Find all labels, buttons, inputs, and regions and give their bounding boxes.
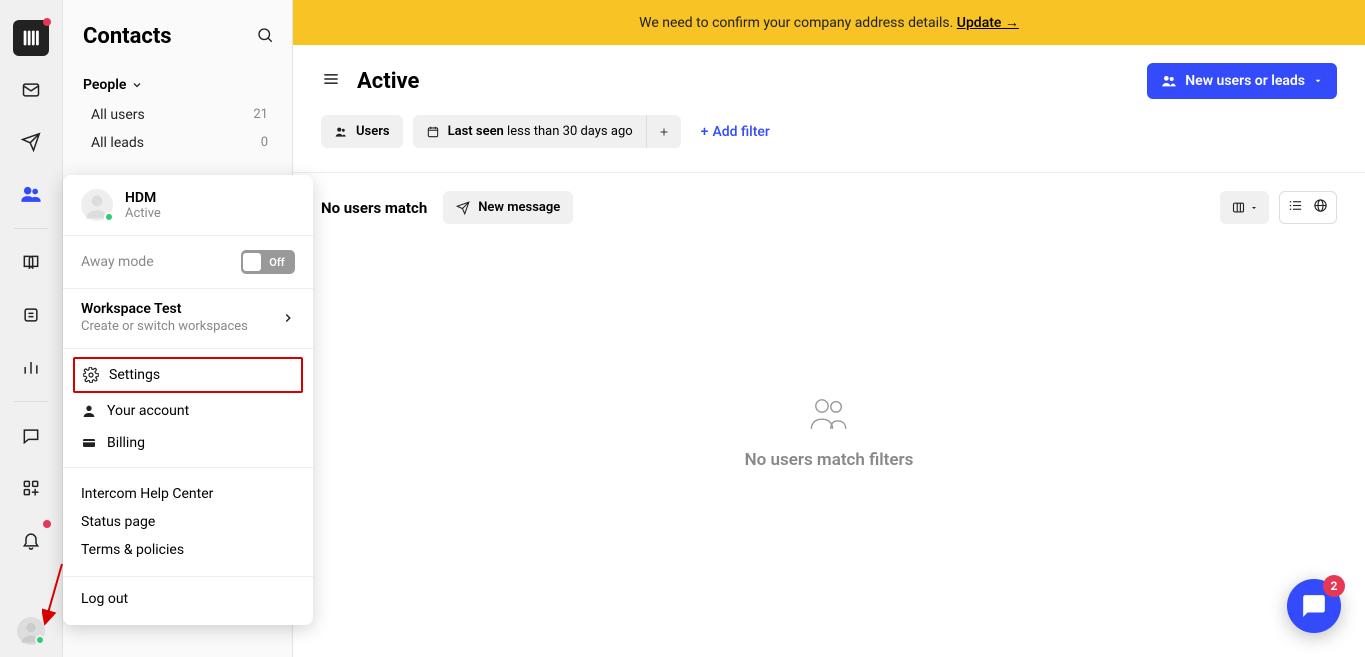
add-condition-button[interactable] bbox=[646, 115, 681, 148]
intercom-launcher[interactable]: 2 bbox=[1287, 579, 1341, 633]
button-label: New message bbox=[478, 200, 560, 215]
menu-billing[interactable]: Billing bbox=[63, 427, 313, 459]
profile-status: Active bbox=[125, 206, 161, 221]
caret-down-icon bbox=[1313, 76, 1323, 86]
button-label: New users or leads bbox=[1185, 73, 1305, 89]
nav-reports[interactable] bbox=[13, 349, 49, 385]
menu-label: Billing bbox=[107, 435, 145, 451]
menu-status-page[interactable]: Status page bbox=[81, 508, 295, 536]
menu-label: Settings bbox=[109, 367, 160, 383]
sidebar-item-all-users[interactable]: All users 21 bbox=[63, 101, 292, 129]
banner-text: We need to confirm your company address … bbox=[639, 15, 957, 31]
rail-profile-avatar[interactable] bbox=[13, 613, 49, 649]
away-mode-label: Away mode bbox=[81, 254, 154, 270]
add-filter-link[interactable]: +Add filter bbox=[701, 124, 770, 140]
sidebar-item-all-leads[interactable]: All leads 0 bbox=[63, 129, 292, 157]
workspace-subtitle: Create or switch workspaces bbox=[81, 319, 248, 334]
app-logo[interactable] bbox=[13, 20, 49, 56]
profile-name: HDM bbox=[125, 190, 161, 206]
nav-apps[interactable] bbox=[13, 470, 49, 506]
menu-logout[interactable]: Log out bbox=[81, 591, 295, 607]
avatar bbox=[81, 189, 113, 221]
empty-state: No users match filters bbox=[293, 242, 1365, 657]
calendar-icon bbox=[426, 125, 440, 139]
presence-dot bbox=[104, 212, 114, 222]
menu-help-center[interactable]: Intercom Help Center bbox=[81, 480, 295, 508]
new-message-button[interactable]: New message bbox=[443, 191, 573, 224]
notification-dot bbox=[43, 520, 51, 528]
icon-rail bbox=[0, 0, 63, 657]
item-label: All leads bbox=[91, 135, 144, 151]
empty-text: No users match filters bbox=[745, 450, 914, 470]
presence-dot bbox=[35, 635, 45, 645]
item-count: 0 bbox=[261, 135, 268, 151]
card-icon bbox=[81, 435, 97, 451]
chat-icon bbox=[1301, 593, 1327, 619]
users-icon bbox=[1161, 73, 1177, 89]
menu-label: Terms & policies bbox=[81, 542, 184, 558]
list-view-toggle[interactable] bbox=[1288, 198, 1303, 217]
menu-label: Log out bbox=[81, 591, 128, 607]
map-view-toggle[interactable] bbox=[1313, 198, 1328, 217]
people-label: People bbox=[83, 77, 126, 93]
notification-badge: 2 bbox=[1323, 575, 1345, 597]
users-icon bbox=[334, 125, 348, 139]
columns-selector[interactable] bbox=[1220, 191, 1269, 224]
globe-icon bbox=[1313, 198, 1328, 213]
workspace-name: Workspace Test bbox=[81, 301, 248, 317]
nav-contacts[interactable] bbox=[13, 176, 49, 212]
chevron-right-icon bbox=[281, 311, 295, 325]
filter-pill-lastseen[interactable]: Last seen less than 30 days ago bbox=[413, 115, 646, 148]
toggle-state: Off bbox=[261, 256, 293, 269]
nav-articles[interactable] bbox=[13, 245, 49, 281]
page-title: Active bbox=[357, 69, 419, 94]
item-count: 21 bbox=[253, 107, 268, 123]
banner-update-link[interactable]: Update → bbox=[957, 15, 1019, 31]
plus-icon bbox=[658, 126, 670, 138]
alert-banner: We need to confirm your company address … bbox=[293, 0, 1365, 45]
main-content: We need to confirm your company address … bbox=[293, 0, 1365, 657]
gear-icon bbox=[83, 367, 99, 383]
away-mode-toggle[interactable]: Off bbox=[241, 250, 295, 274]
nav-conversation[interactable] bbox=[13, 418, 49, 454]
workspace-switcher[interactable]: Workspace Test Create or switch workspac… bbox=[63, 288, 313, 348]
menu-label: Intercom Help Center bbox=[81, 486, 213, 502]
search-icon[interactable] bbox=[256, 26, 274, 48]
profile-popover: HDM Active Away mode Off Workspace Test … bbox=[63, 175, 313, 625]
nav-playground[interactable] bbox=[13, 297, 49, 333]
caret-down-icon bbox=[1250, 204, 1258, 212]
list-icon bbox=[1288, 198, 1303, 213]
nav-outbound[interactable] bbox=[13, 124, 49, 160]
item-label: All users bbox=[91, 107, 145, 123]
side-panel-title: Contacts bbox=[83, 24, 172, 49]
segment-menu-icon[interactable] bbox=[321, 69, 341, 93]
person-icon bbox=[81, 403, 97, 419]
view-toggle-group bbox=[1279, 191, 1337, 224]
chevron-down-icon bbox=[131, 79, 143, 91]
pill-label: Last seen bbox=[448, 124, 504, 139]
nav-inbox[interactable] bbox=[13, 72, 49, 108]
rail-separator-2 bbox=[14, 401, 48, 402]
nav-notifications[interactable] bbox=[13, 522, 49, 558]
send-icon bbox=[456, 201, 470, 215]
link-label: Add filter bbox=[712, 124, 769, 140]
menu-label: Your account bbox=[107, 403, 189, 419]
pill-value: less than 30 days ago bbox=[504, 124, 633, 139]
filter-pill-users[interactable]: Users bbox=[321, 115, 403, 148]
rail-separator bbox=[14, 228, 48, 229]
menu-terms[interactable]: Terms & policies bbox=[81, 536, 295, 564]
logo-notification-dot bbox=[43, 18, 51, 26]
people-dropdown[interactable]: People bbox=[63, 69, 292, 101]
columns-icon bbox=[1231, 200, 1246, 215]
menu-your-account[interactable]: Your account bbox=[63, 395, 313, 427]
menu-label: Status page bbox=[81, 514, 155, 530]
menu-settings[interactable]: Settings bbox=[73, 357, 303, 393]
avatar bbox=[17, 617, 45, 645]
toggle-knob bbox=[243, 253, 261, 271]
new-users-button[interactable]: New users or leads bbox=[1147, 63, 1337, 99]
empty-users-icon bbox=[807, 392, 851, 434]
results-title: No users match bbox=[321, 199, 427, 217]
pill-label: Users bbox=[356, 124, 390, 139]
